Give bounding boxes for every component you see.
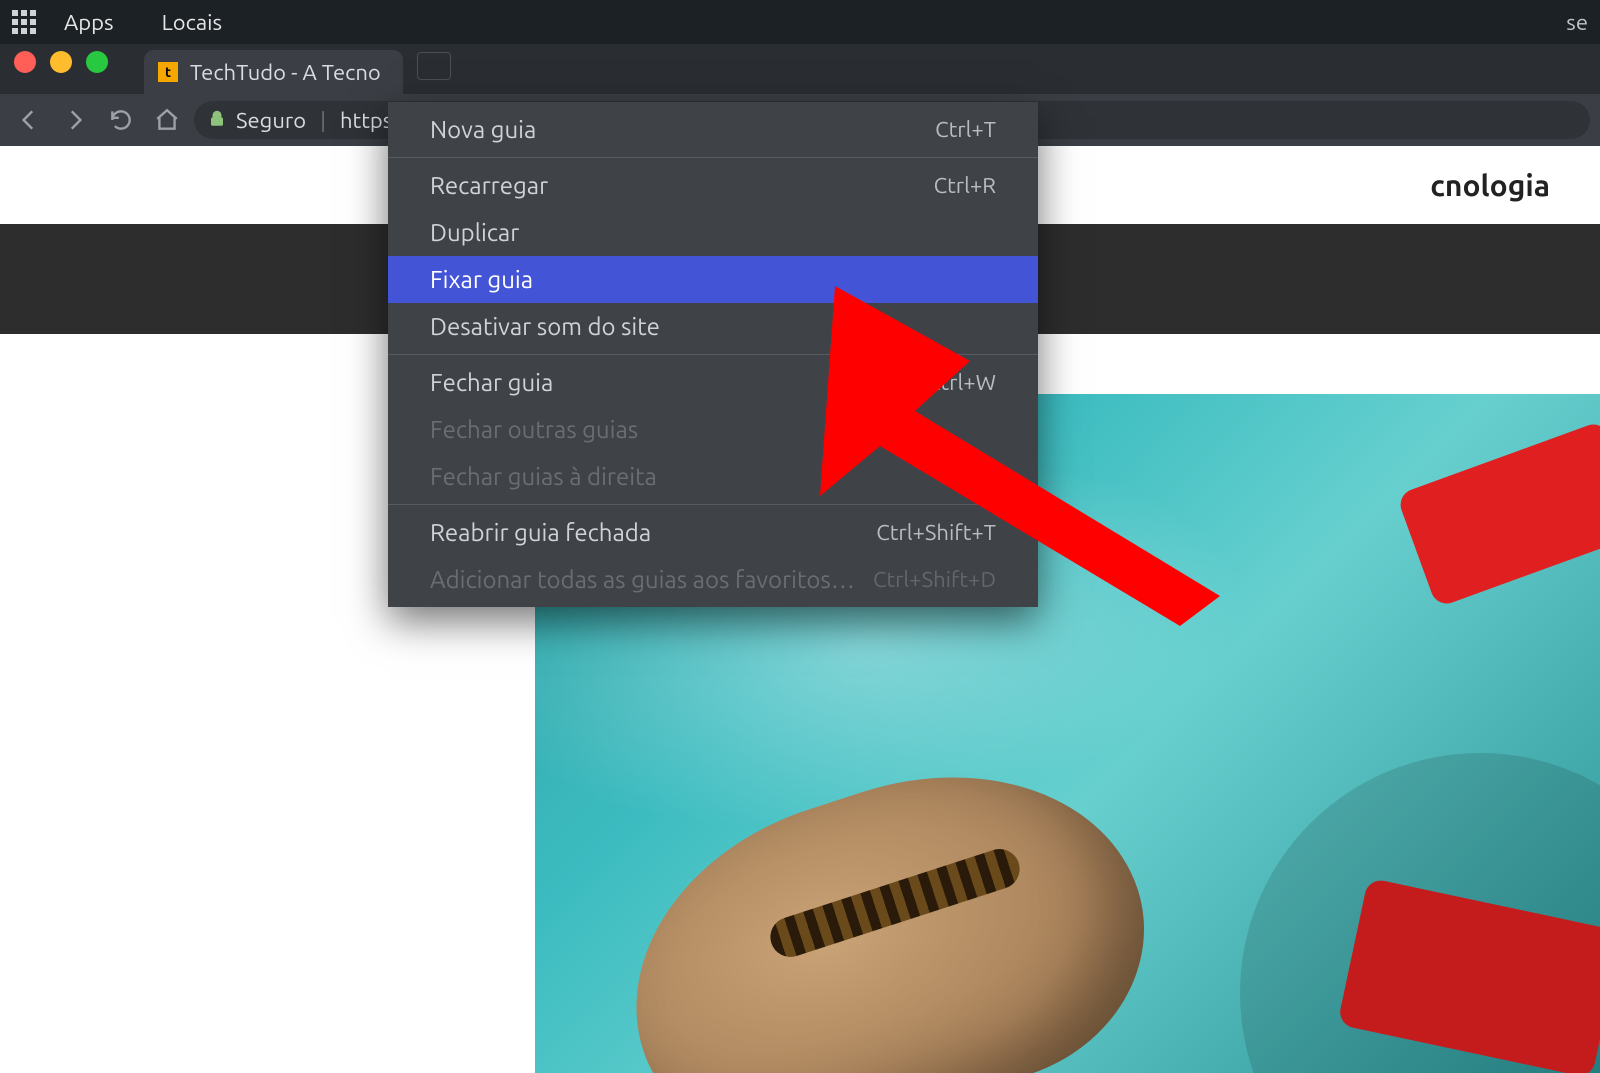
context-menu-item-label: Duplicar <box>430 219 519 246</box>
tab-favicon-icon: t <box>158 62 178 82</box>
context-menu-separator <box>388 354 1038 355</box>
window-close-button[interactable] <box>14 51 36 73</box>
context-menu-item[interactable]: Fixar guia <box>388 256 1038 303</box>
context-menu-separator <box>388 157 1038 158</box>
tab-context-menu: Nova guia Ctrl+T Recarregar Ctrl+R Duplicar F… <box>388 102 1038 607</box>
context-menu-item-shortcut: Ctrl+Shift+D <box>873 567 996 592</box>
context-menu-separator <box>388 504 1038 505</box>
browser-tab[interactable]: t TechTudo - A Tecno <box>144 50 403 94</box>
reload-button[interactable] <box>102 101 140 139</box>
context-menu-item-label: Reabrir guia fechada <box>430 519 651 546</box>
apps-grid-icon[interactable] <box>12 10 36 34</box>
context-menu-item-shortcut: Ctrl+R <box>934 173 996 198</box>
context-menu-item-shortcut: Ctrl+W <box>927 370 996 395</box>
lock-icon <box>208 108 226 133</box>
omnibox-separator: | <box>320 108 326 133</box>
context-menu-item: Fechar outras guias <box>388 406 1038 453</box>
url-text: https <box>340 108 392 133</box>
context-menu-item-shortcut: Ctrl+Shift+T <box>876 520 996 545</box>
context-menu-item[interactable]: Nova guia Ctrl+T <box>388 106 1038 153</box>
forward-button[interactable] <box>56 101 94 139</box>
context-menu-item-label: Fixar guia <box>430 266 533 293</box>
gnome-places-menu[interactable]: Locais <box>162 10 222 35</box>
context-menu-item-label: Recarregar <box>430 172 548 199</box>
context-menu-item-shortcut: Ctrl+T <box>935 117 996 142</box>
context-menu-item[interactable]: Desativar som do site <box>388 303 1038 350</box>
window-minimize-button[interactable] <box>50 51 72 73</box>
context-menu-item-label: Nova guia <box>430 116 536 143</box>
window-controls <box>14 44 108 94</box>
context-menu-item-label: Fechar outras guias <box>430 416 638 443</box>
gnome-top-bar: Apps Locais se <box>0 0 1600 44</box>
context-menu-item-label: Fechar guias à direita <box>430 463 657 490</box>
context-menu-item: Fechar guias à direita <box>388 453 1038 500</box>
context-menu-item[interactable]: Fechar guia Ctrl+W <box>388 359 1038 406</box>
context-menu-item: Adicionar todas as guias aos favoritos… C… <box>388 556 1038 603</box>
chrome-titlebar: t TechTudo - A Tecno <box>0 44 1600 94</box>
context-menu-item[interactable]: Reabrir guia fechada Ctrl+Shift+T <box>388 509 1038 556</box>
secure-label: Seguro <box>236 108 306 133</box>
context-menu-item[interactable]: Recarregar Ctrl+R <box>388 162 1038 209</box>
site-title-fragment: cnologia <box>1430 168 1550 202</box>
tab-title: TechTudo - A Tecno <box>190 60 381 85</box>
window-maximize-button[interactable] <box>86 51 108 73</box>
context-menu-item[interactable]: Duplicar <box>388 209 1038 256</box>
hero-red-shape <box>1396 420 1600 608</box>
gnome-apps-menu[interactable]: Apps <box>64 10 114 35</box>
new-tab-button[interactable] <box>417 52 451 80</box>
home-button[interactable] <box>148 101 186 139</box>
context-menu-item-label: Adicionar todas as guias aos favoritos… <box>430 566 855 593</box>
hero-red-shape <box>1337 878 1600 1073</box>
back-button[interactable] <box>10 101 48 139</box>
chrome-window: t TechTudo - A Tecno Seguro | https <box>0 44 1600 1073</box>
context-menu-item-label: Desativar som do site <box>430 313 660 340</box>
gnome-status-area[interactable]: se <box>1566 10 1588 35</box>
context-menu-item-label: Fechar guia <box>430 369 553 396</box>
